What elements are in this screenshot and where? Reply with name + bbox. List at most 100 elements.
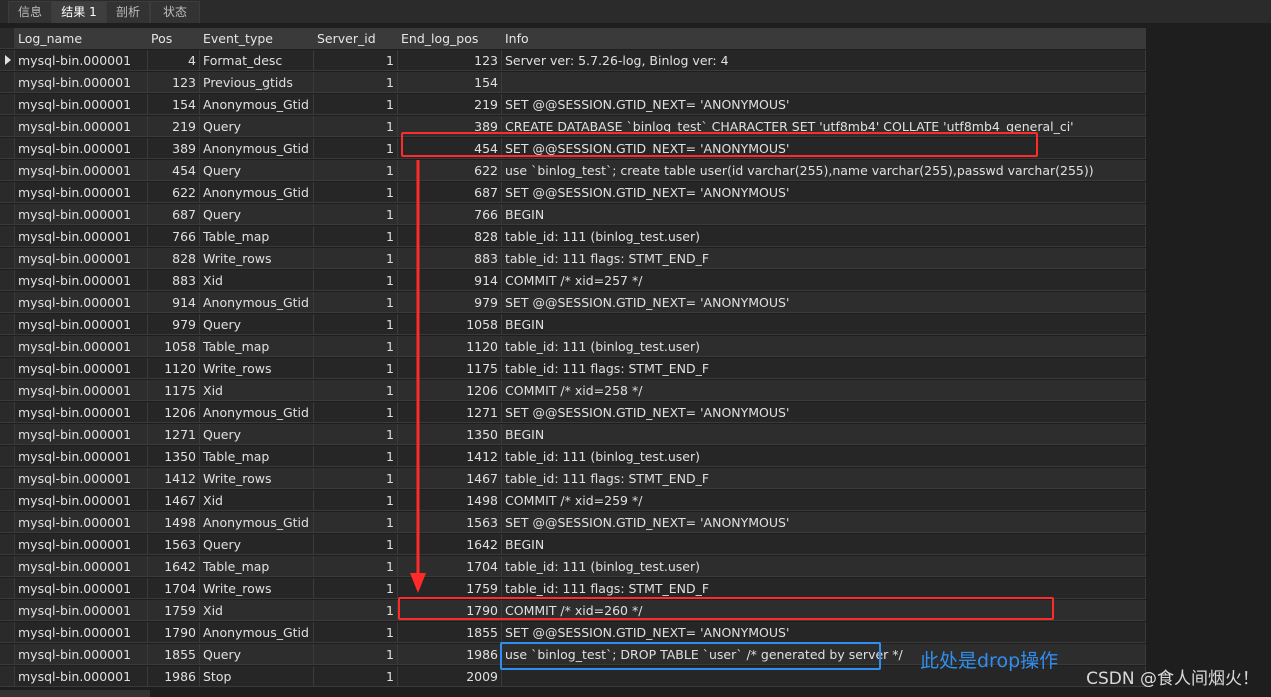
table-row[interactable]: mysql-bin.000001 1412 Write_rows 1 1467 table…	[0, 468, 1146, 490]
cell-event-type[interactable]: Anonymous_Gtid	[200, 622, 314, 643]
cell-event-type[interactable]: Query	[200, 644, 314, 665]
cell-pos[interactable]: 1790	[148, 622, 200, 643]
cell-log-name[interactable]: mysql-bin.000001	[15, 292, 148, 313]
cell-pos[interactable]: 687	[148, 204, 200, 225]
cell-log-name[interactable]: mysql-bin.000001	[15, 512, 148, 533]
cell-server-id[interactable]: 1	[314, 490, 398, 511]
cell-info[interactable]: table_id: 111 flags: STMT_END_F	[502, 468, 1146, 489]
cell-server-id[interactable]: 1	[314, 534, 398, 555]
cell-log-name[interactable]: mysql-bin.000001	[15, 204, 148, 225]
row-indicator[interactable]	[0, 50, 15, 71]
cell-event-type[interactable]: Write_rows	[200, 468, 314, 489]
cell-log-name[interactable]: mysql-bin.000001	[15, 600, 148, 621]
cell-event-type[interactable]: Anonymous_Gtid	[200, 94, 314, 115]
cell-pos[interactable]: 1271	[148, 424, 200, 445]
cell-log-name[interactable]: mysql-bin.000001	[15, 72, 148, 93]
row-indicator[interactable]	[0, 644, 15, 665]
row-indicator[interactable]	[0, 160, 15, 181]
cell-event-type[interactable]: Anonymous_Gtid	[200, 402, 314, 423]
table-row[interactable]: mysql-bin.000001 883 Xid 1 914 COMMIT /* xid=…	[0, 270, 1146, 292]
cell-event-type[interactable]: Table_map	[200, 556, 314, 577]
table-row[interactable]: mysql-bin.000001 766 Table_map 1 828 table_id…	[0, 226, 1146, 248]
cell-server-id[interactable]: 1	[314, 424, 398, 445]
cell-info[interactable]: SET @@SESSION.GTID_NEXT= 'ANONYMOUS'	[502, 622, 1146, 643]
row-indicator[interactable]	[0, 534, 15, 555]
cell-server-id[interactable]: 1	[314, 446, 398, 467]
cell-pos[interactable]: 1058	[148, 336, 200, 357]
cell-pos[interactable]: 1350	[148, 446, 200, 467]
row-indicator[interactable]	[0, 556, 15, 577]
cell-pos[interactable]: 1642	[148, 556, 200, 577]
row-indicator[interactable]	[0, 270, 15, 291]
row-indicator[interactable]	[0, 600, 15, 621]
cell-log-name[interactable]: mysql-bin.000001	[15, 402, 148, 423]
table-row[interactable]: mysql-bin.000001 4 Format_desc 1 123 Server v…	[0, 50, 1146, 72]
cell-info[interactable]: COMMIT /* xid=258 */	[502, 380, 1146, 401]
table-row[interactable]: mysql-bin.000001 1175 Xid 1 1206 COMMIT /* xi…	[0, 380, 1146, 402]
row-indicator[interactable]	[0, 512, 15, 533]
cell-pos[interactable]: 766	[148, 226, 200, 247]
cell-event-type[interactable]: Write_rows	[200, 248, 314, 269]
row-indicator[interactable]	[0, 138, 15, 159]
cell-log-name[interactable]: mysql-bin.000001	[15, 644, 148, 665]
cell-pos[interactable]: 454	[148, 160, 200, 181]
table-row[interactable]: mysql-bin.000001 1058 Table_map 1 1120 table_…	[0, 336, 1146, 358]
row-indicator[interactable]	[0, 336, 15, 357]
row-indicator[interactable]	[0, 578, 15, 599]
cell-pos[interactable]: 1412	[148, 468, 200, 489]
cell-info[interactable]: table_id: 111 flags: STMT_END_F	[502, 358, 1146, 379]
row-indicator[interactable]	[0, 72, 15, 93]
cell-server-id[interactable]: 1	[314, 666, 398, 687]
cell-info[interactable]: table_id: 111 (binlog_test.user)	[502, 556, 1146, 577]
row-indicator[interactable]	[0, 292, 15, 313]
cell-info[interactable]: SET @@SESSION.GTID_NEXT= 'ANONYMOUS'	[502, 292, 1146, 313]
table-row[interactable]: mysql-bin.000001 1467 Xid 1 1498 COMMIT /* xi…	[0, 490, 1146, 512]
table-row[interactable]: mysql-bin.000001 154 Anonymous_Gtid 1 219 SET…	[0, 94, 1146, 116]
row-indicator[interactable]	[0, 468, 15, 489]
cell-event-type[interactable]: Write_rows	[200, 358, 314, 379]
row-indicator[interactable]	[0, 622, 15, 643]
cell-server-id[interactable]: 1	[314, 358, 398, 379]
cell-pos[interactable]: 1563	[148, 534, 200, 555]
table-row[interactable]: mysql-bin.000001 1790 Anonymous_Gtid 1 1855 S…	[0, 622, 1146, 644]
table-row[interactable]: mysql-bin.000001 1642 Table_map 1 1704 table_…	[0, 556, 1146, 578]
cell-info[interactable]: table_id: 111 flags: STMT_END_F	[502, 578, 1146, 599]
column-header-server-id[interactable]: Server_id	[314, 28, 398, 49]
cell-server-id[interactable]: 1	[314, 336, 398, 357]
cell-log-name[interactable]: mysql-bin.000001	[15, 424, 148, 445]
cell-log-name[interactable]: mysql-bin.000001	[15, 270, 148, 291]
cell-log-name[interactable]: mysql-bin.000001	[15, 534, 148, 555]
cell-log-name[interactable]: mysql-bin.000001	[15, 446, 148, 467]
cell-server-id[interactable]: 1	[314, 72, 398, 93]
row-indicator[interactable]	[0, 116, 15, 137]
table-row[interactable]: mysql-bin.000001 1206 Anonymous_Gtid 1 1271 S…	[0, 402, 1146, 424]
table-row[interactable]: mysql-bin.000001 828 Write_rows 1 883 table_i…	[0, 248, 1146, 270]
cell-event-type[interactable]: Anonymous_Gtid	[200, 182, 314, 203]
cell-server-id[interactable]: 1	[314, 468, 398, 489]
cell-pos[interactable]: 1855	[148, 644, 200, 665]
cell-pos[interactable]: 622	[148, 182, 200, 203]
cell-info[interactable]: BEGIN	[502, 314, 1146, 335]
cell-pos[interactable]: 1467	[148, 490, 200, 511]
cell-server-id[interactable]: 1	[314, 226, 398, 247]
cell-server-id[interactable]: 1	[314, 512, 398, 533]
table-row[interactable]: mysql-bin.000001 687 Query 1 766 BEGIN	[0, 204, 1146, 226]
cell-info[interactable]	[502, 72, 1146, 93]
cell-pos[interactable]: 1175	[148, 380, 200, 401]
row-indicator[interactable]	[0, 182, 15, 203]
cell-event-type[interactable]: Table_map	[200, 226, 314, 247]
cell-info[interactable]: table_id: 111 (binlog_test.user)	[502, 226, 1146, 247]
cell-event-type[interactable]: Query	[200, 534, 314, 555]
cell-event-type[interactable]: Anonymous_Gtid	[200, 138, 314, 159]
cell-server-id[interactable]: 1	[314, 204, 398, 225]
column-header-info[interactable]: Info	[502, 28, 1146, 49]
cell-log-name[interactable]: mysql-bin.000001	[15, 490, 148, 511]
row-indicator[interactable]	[0, 424, 15, 445]
cell-log-name[interactable]: mysql-bin.000001	[15, 578, 148, 599]
cell-log-name[interactable]: mysql-bin.000001	[15, 226, 148, 247]
cell-event-type[interactable]: Table_map	[200, 446, 314, 467]
cell-server-id[interactable]: 1	[314, 644, 398, 665]
cell-log-name[interactable]: mysql-bin.000001	[15, 622, 148, 643]
cell-event-type[interactable]: Xid	[200, 490, 314, 511]
tab-profile[interactable]: 剖析	[106, 1, 150, 23]
